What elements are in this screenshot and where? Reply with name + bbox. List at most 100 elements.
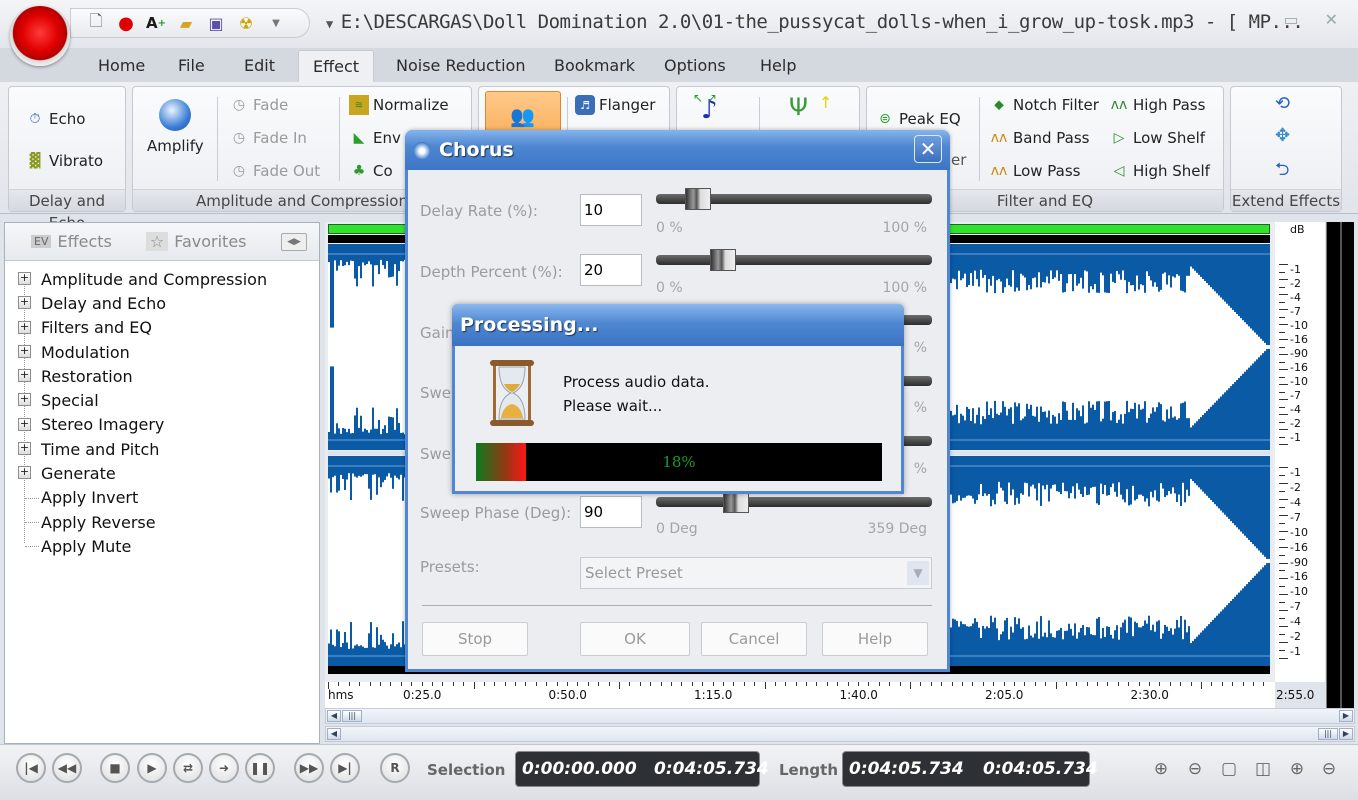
- zoom-in-horizontal-icon[interactable]: ⊕: [1150, 758, 1172, 780]
- vibrato-button[interactable]: ▓ Vibrato: [25, 151, 103, 171]
- tab-favorites[interactable]: ☆ Favorites: [145, 232, 247, 251]
- depth-percent-slider-thumb[interactable]: [710, 249, 736, 271]
- zoom-scroll-right-button[interactable]: ▶: [1339, 728, 1353, 740]
- stop-button[interactable]: ■: [100, 753, 130, 783]
- peak-eq-button[interactable]: ⊜ Peak EQ: [875, 109, 961, 129]
- expand-icon[interactable]: +: [18, 442, 31, 456]
- high-shelf-button[interactable]: ◁ High Shelf: [1109, 161, 1210, 181]
- open-folder-icon[interactable]: ▰: [175, 12, 197, 34]
- new-file-icon[interactable]: 🗋: [85, 11, 107, 34]
- tree-item[interactable]: + Generate: [5, 461, 319, 485]
- expand-icon[interactable]: +: [18, 466, 31, 480]
- maximize-button[interactable]: ▭: [1283, 10, 1298, 29]
- save-icon[interactable]: ▣: [205, 12, 227, 34]
- tree-item[interactable]: Apply Mute: [5, 534, 319, 558]
- close-button[interactable]: ✕: [1325, 10, 1338, 29]
- delay-rate-slider-thumb[interactable]: [685, 188, 711, 210]
- envelope-button[interactable]: ◣ Env: [349, 128, 401, 148]
- zoom-selection-icon[interactable]: ▢: [1218, 758, 1240, 780]
- add-text-icon[interactable]: A +: [145, 12, 167, 34]
- chevron-down-icon[interactable]: ▼: [907, 561, 929, 585]
- tab-file[interactable]: File: [164, 50, 219, 82]
- low-shelf-button[interactable]: ▷ Low Shelf: [1109, 128, 1205, 148]
- band-pass-button[interactable]: ʌʌ Band Pass: [989, 128, 1090, 148]
- tree-item[interactable]: + Stereo Imagery: [5, 413, 319, 437]
- pause-button[interactable]: ❚❚: [245, 753, 275, 783]
- expand-icon[interactable]: +: [18, 296, 31, 310]
- tree-item[interactable]: + Time and Pitch: [5, 437, 319, 461]
- zoom-out-vertical-icon[interactable]: ⊖: [1318, 758, 1340, 780]
- pitch-tuning-fork-icon[interactable]: Ψ: [789, 93, 808, 121]
- timeline-ruler[interactable]: hms 0:25.0 0:50.0 1:15.0 1:40.0 2:05.0 2:30.0…: [325, 682, 1314, 708]
- zoom-full-icon[interactable]: ◫: [1252, 758, 1274, 780]
- play-selection-button[interactable]: ➜: [209, 753, 239, 783]
- expand-icon[interactable]: +: [18, 272, 31, 285]
- expand-icon[interactable]: +: [18, 320, 31, 334]
- normalize-button[interactable]: ≋ Normalize: [349, 95, 449, 115]
- app-orb-button[interactable]: [10, 6, 70, 66]
- tree-item[interactable]: + Restoration: [5, 364, 319, 388]
- chorus-close-button[interactable]: ✕: [914, 135, 942, 163]
- expand-icon[interactable]: +: [18, 393, 31, 407]
- chorus-title-bar[interactable]: Chorus ✕: [405, 130, 950, 170]
- tab-effect[interactable]: Effect: [298, 50, 375, 82]
- tree-item[interactable]: + Filters and EQ: [5, 316, 319, 340]
- go-end-button[interactable]: ▶|: [330, 753, 360, 783]
- fade-in-button[interactable]: ◷ Fade In: [229, 128, 307, 148]
- record-button[interactable]: R: [380, 753, 410, 783]
- sweep-phase-slider-thumb[interactable]: [722, 491, 749, 513]
- depth-percent-input[interactable]: 20: [580, 254, 642, 286]
- high-pass-button[interactable]: ʌʌ High Pass: [1109, 95, 1206, 115]
- tab-options[interactable]: Options: [650, 50, 740, 82]
- cancel-button[interactable]: Cancel: [701, 622, 807, 656]
- horizontal-scrollbar[interactable]: ◀ ||| ▶: [325, 708, 1355, 724]
- delay-rate-slider[interactable]: [656, 188, 932, 210]
- sweep-phase-input[interactable]: 90: [580, 496, 642, 528]
- zoom-in-vertical-icon[interactable]: ⊕: [1286, 758, 1308, 780]
- flanger-button[interactable]: ♬ Flanger: [575, 95, 655, 115]
- rewind-button[interactable]: ◀◀: [52, 753, 82, 783]
- depth-percent-slider[interactable]: [656, 249, 932, 271]
- notch-filter-button[interactable]: ⬥ Notch Filter: [989, 95, 1099, 115]
- zoom-scroll-left-button[interactable]: ◀: [327, 728, 341, 740]
- expand-icon[interactable]: +: [18, 417, 31, 431]
- minimize-button[interactable]: –: [1249, 10, 1257, 29]
- amplify-button[interactable]: Amplify: [147, 99, 204, 155]
- compressor-button[interactable]: ♣ Co: [349, 161, 393, 181]
- panel-scroll-arrows[interactable]: ◀▶: [281, 233, 307, 251]
- loop-button[interactable]: ⇄: [173, 753, 203, 783]
- fade-out-button[interactable]: ◷ Fade Out: [229, 161, 320, 181]
- tree-item[interactable]: + Delay and Echo: [5, 291, 319, 315]
- expand-icon[interactable]: +: [18, 369, 31, 383]
- tab-bookmark[interactable]: Bookmark: [540, 50, 649, 82]
- zoom-scroll-thumb[interactable]: |||: [1318, 728, 1338, 740]
- sweep-phase-slider[interactable]: [656, 491, 932, 513]
- scroll-left-button[interactable]: ◀: [327, 710, 341, 722]
- tree-item[interactable]: + Modulation: [5, 340, 319, 364]
- presets-select[interactable]: Select Preset ▼: [580, 557, 932, 589]
- tree-item[interactable]: Apply Invert: [5, 486, 319, 510]
- extend-effect-1-icon[interactable]: ⟲: [1275, 93, 1290, 114]
- ok-button[interactable]: OK: [580, 622, 690, 656]
- echo-button[interactable]: ⏱ Echo: [25, 109, 86, 129]
- delay-rate-input[interactable]: 10: [580, 194, 642, 226]
- fade-button[interactable]: ◷ Fade: [229, 95, 288, 115]
- tab-help[interactable]: Help: [746, 50, 810, 82]
- scroll-right-button[interactable]: ▶: [1339, 710, 1353, 722]
- low-pass-button[interactable]: ʌʌ Low Pass: [989, 161, 1081, 181]
- tab-effects[interactable]: EV Effects: [31, 232, 112, 251]
- expand-icon[interactable]: +: [18, 344, 31, 358]
- fast-forward-button[interactable]: ▶▶: [294, 753, 324, 783]
- tab-home[interactable]: Home: [84, 50, 159, 82]
- tab-noise-reduction[interactable]: Noise Reduction: [382, 50, 539, 82]
- qat-dropdown-icon[interactable]: ▼: [265, 12, 287, 34]
- record-icon[interactable]: ●: [115, 12, 137, 34]
- tree-item[interactable]: + Special: [5, 388, 319, 412]
- scroll-thumb[interactable]: |||: [342, 710, 362, 722]
- zoom-scrollbar[interactable]: ◀ ||| ▶: [325, 726, 1355, 742]
- radioactive-icon[interactable]: ☢: [235, 12, 257, 34]
- tree-item[interactable]: + Amplitude and Compression: [5, 267, 319, 291]
- extend-effect-2-icon[interactable]: ✥: [1275, 125, 1290, 146]
- help-button[interactable]: Help: [822, 622, 928, 656]
- tab-edit[interactable]: Edit: [230, 50, 289, 82]
